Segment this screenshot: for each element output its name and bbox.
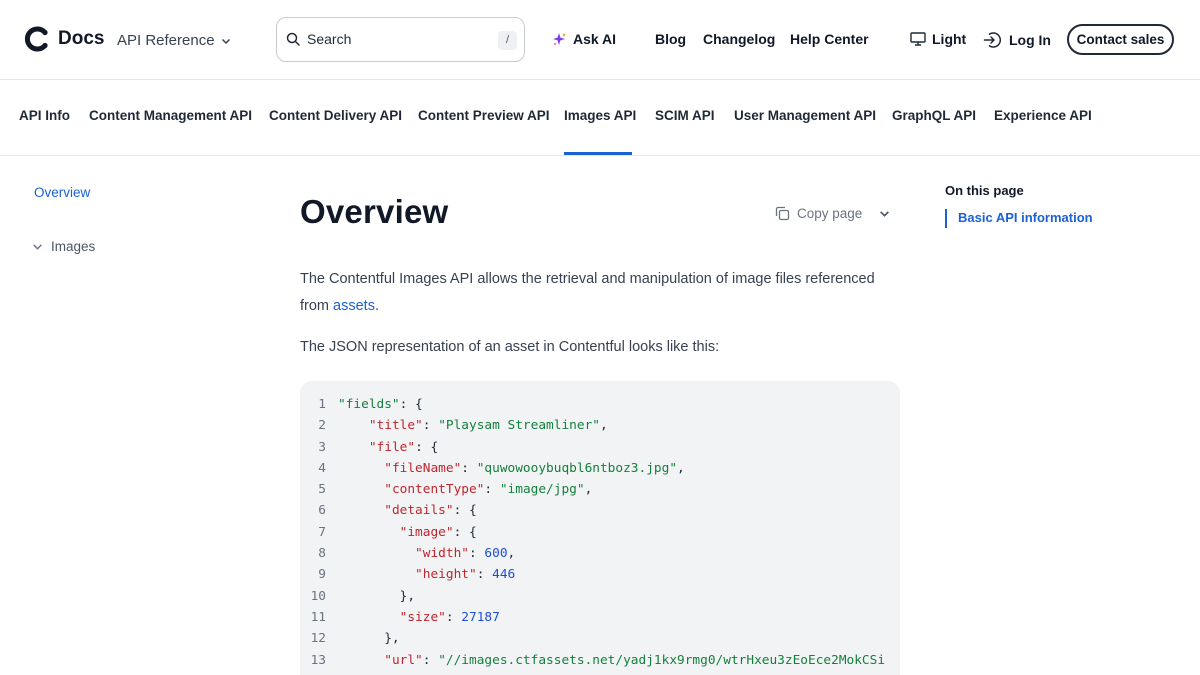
- tab-scim-api[interactable]: SCIM API: [655, 108, 715, 123]
- line-number: 5: [318, 482, 326, 498]
- code-line: 13 "url": "//images.ctfassets.net/yadj1k…: [300, 650, 900, 671]
- code-key: "file": [368, 439, 416, 455]
- code-number: 27187: [461, 609, 500, 625]
- code-string: "image/jpg": [499, 482, 585, 498]
- code-number: 446: [492, 567, 516, 583]
- search-shortcut-key: /: [498, 31, 517, 50]
- code-lines: 1 "fields": { 2 "title": "Playsam Streaml…: [300, 394, 900, 675]
- ask-ai-button[interactable]: Ask AI: [552, 31, 616, 47]
- tab-content-delivery-api[interactable]: Content Delivery API: [269, 108, 402, 123]
- code-key: "fileName": [384, 460, 462, 476]
- line-number: 7: [318, 524, 326, 540]
- search-icon: [286, 32, 300, 46]
- line-number: 12: [310, 631, 326, 647]
- login-label: Log In: [1009, 32, 1051, 48]
- code-key: "fields": [338, 397, 400, 412]
- code-line: 12 },: [300, 628, 900, 649]
- api-tabs: API Info Content Management API Content …: [0, 80, 1200, 156]
- chevron-down-icon[interactable]: [879, 208, 890, 219]
- chevron-down-icon: [221, 38, 230, 44]
- tab-graphql-api[interactable]: GraphQL API: [892, 108, 976, 123]
- contact-sales-button[interactable]: Contact sales: [1067, 24, 1174, 55]
- search-placeholder: Search: [307, 31, 352, 47]
- line-number: 13: [310, 652, 326, 668]
- api-reference-dropdown[interactable]: API Reference: [117, 32, 231, 49]
- code-string: "Playsam Streamliner": [438, 418, 600, 434]
- code-line: 6 "details": {: [300, 500, 900, 521]
- code-block[interactable]: 1 "fields": { 2 "title": "Playsam Streaml…: [300, 381, 900, 675]
- tab-images-api[interactable]: Images API: [564, 108, 636, 123]
- line-number: 3: [318, 439, 326, 455]
- code-string: "//images.ctfassets.net/yadj1kx9rmg0/wtr…: [438, 652, 886, 668]
- code-line: 3 "file": {: [300, 437, 900, 458]
- assets-link[interactable]: assets: [333, 298, 375, 314]
- api-reference-label: API Reference: [117, 32, 215, 49]
- sidebar-item-overview[interactable]: Overview: [34, 185, 90, 200]
- line-number: 2: [318, 418, 326, 434]
- page-title: Overview: [300, 193, 449, 230]
- chevron-down-icon: [33, 244, 42, 250]
- docs-brand[interactable]: Docs: [58, 28, 104, 50]
- monitor-icon: [910, 32, 926, 46]
- code-number: 600: [484, 546, 508, 562]
- code-key: "details": [384, 503, 454, 519]
- nav-blog[interactable]: Blog: [655, 31, 686, 47]
- copy-page-button[interactable]: Copy page: [775, 206, 890, 221]
- tab-experience-api[interactable]: Experience API: [994, 108, 1092, 123]
- copy-icon: [775, 206, 790, 221]
- intro-text: The Contentful Images API allows the ret…: [300, 271, 875, 314]
- tab-api-info[interactable]: API Info: [19, 108, 70, 123]
- copy-page-label: Copy page: [797, 206, 863, 221]
- code-key: "url": [384, 652, 423, 668]
- sidebar-item-images[interactable]: Images: [32, 239, 95, 254]
- sparkle-icon: [553, 32, 566, 45]
- nav-help-center[interactable]: Help Center: [790, 31, 869, 47]
- line-number: 9: [318, 567, 326, 583]
- code-line: 14 }: [300, 671, 900, 675]
- top-header: Docs API Reference Search / Ask AI Blog …: [0, 0, 1200, 80]
- active-tab-indicator: [564, 152, 632, 155]
- code-line: 5 "contentType": "image/jpg",: [300, 479, 900, 500]
- code-line: 4 "fileName": "quwowooybuqbl6ntboz3.jpg"…: [300, 458, 900, 479]
- code-line: 7 "image": {: [300, 522, 900, 543]
- line-number: 11: [310, 609, 326, 625]
- tab-user-management-api[interactable]: User Management API: [734, 108, 876, 123]
- login-button[interactable]: Log In: [983, 31, 1051, 49]
- line-number: 8: [318, 546, 326, 562]
- code-key: "height": [415, 567, 477, 583]
- code-key: "title": [368, 418, 423, 434]
- tab-content-preview-api[interactable]: Content Preview API: [418, 108, 550, 123]
- code-line: 8 "width": 600,: [300, 543, 900, 564]
- toc-active-indicator: [945, 209, 947, 228]
- sidebar-item-label: Images: [51, 239, 96, 254]
- code-line: 9 "height": 446: [300, 564, 900, 585]
- toc-item-basic-api-information[interactable]: Basic API information: [958, 210, 1093, 225]
- nav-changelog[interactable]: Changelog: [703, 31, 775, 47]
- tab-content-management-api[interactable]: Content Management API: [89, 108, 252, 123]
- line-number: 1: [318, 397, 326, 412]
- code-key: "size": [399, 609, 446, 625]
- intro-text-end: .: [374, 298, 379, 314]
- code-key: "contentType": [384, 482, 485, 498]
- toc-title: On this page: [945, 183, 1024, 198]
- code-line: 2 "title": "Playsam Streamliner",: [300, 415, 900, 436]
- json-intro-paragraph: The JSON representation of an asset in C…: [300, 339, 720, 355]
- code-key: "width": [415, 546, 469, 562]
- line-number: 4: [318, 460, 326, 476]
- line-number: 10: [310, 588, 326, 604]
- theme-label: Light: [932, 31, 967, 47]
- line-number: 6: [318, 503, 326, 519]
- theme-toggle-button[interactable]: Light: [910, 31, 966, 47]
- line-number: 14: [300, 671, 326, 675]
- login-icon: [983, 32, 1001, 48]
- code-line: 11 "size": 27187: [300, 607, 900, 628]
- intro-paragraph: The Contentful Images API allows the ret…: [300, 266, 880, 320]
- code-key: "image": [399, 524, 454, 540]
- search-input[interactable]: Search /: [276, 17, 525, 62]
- ask-ai-label: Ask AI: [573, 31, 617, 47]
- code-string: "quwowooybuqbl6ntboz3.jpg": [476, 460, 678, 476]
- contentful-logo-icon[interactable]: [24, 26, 50, 52]
- code-line: 10 },: [300, 586, 900, 607]
- code-line: 1 "fields": {: [300, 394, 900, 415]
